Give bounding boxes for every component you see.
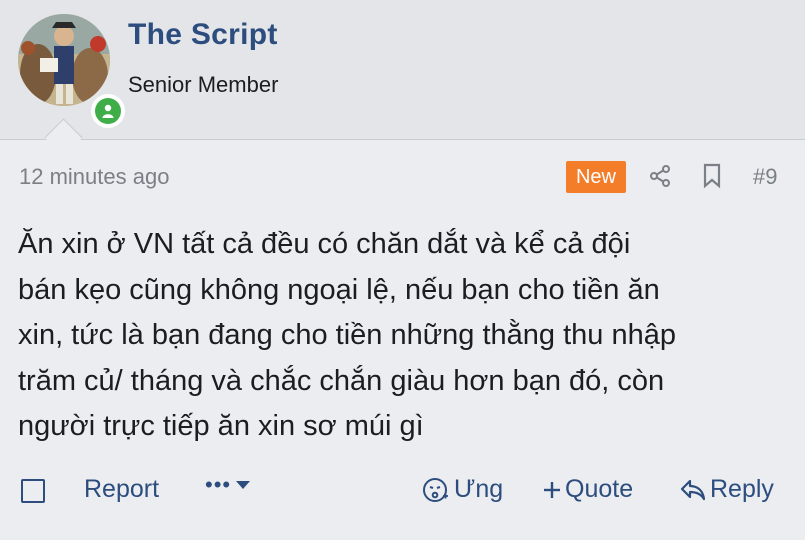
post-number[interactable]: #9: [753, 164, 777, 190]
post-author-header: The Script Senior Member: [0, 0, 805, 140]
reply-label: Reply: [710, 475, 774, 503]
react-icon: [423, 477, 448, 502]
post-actions: Report ••• Ưng Quote Reply: [0, 470, 805, 514]
username[interactable]: The Script: [128, 18, 278, 52]
new-badge: New: [566, 161, 626, 193]
post-meta: 12 minutes ago New #9: [18, 160, 787, 194]
more-menu[interactable]: •••: [205, 472, 251, 498]
reply-button[interactable]: Reply: [680, 475, 774, 504]
quote-button[interactable]: Quote: [543, 475, 633, 504]
user-icon: [95, 98, 121, 124]
post-timestamp[interactable]: 12 minutes ago: [19, 164, 169, 190]
plus-icon: [544, 481, 560, 498]
online-status-badge: [91, 94, 125, 128]
reply-arrow-icon: [680, 479, 706, 500]
chevron-down-icon: [236, 481, 251, 489]
avatar[interactable]: [18, 14, 110, 106]
select-checkbox[interactable]: [21, 479, 45, 503]
more-dots: •••: [205, 472, 232, 497]
avatar-container[interactable]: [18, 14, 125, 128]
bookmark-icon[interactable]: [702, 163, 722, 194]
user-title: Senior Member: [128, 72, 279, 97]
quote-label: Quote: [565, 475, 634, 503]
report-link[interactable]: Report: [84, 475, 159, 504]
react-label: Ưng: [454, 475, 504, 503]
share-icon[interactable]: [649, 164, 671, 193]
post-body: Ăn xin ở VN tất cả đều có chăn dắt và kể…: [18, 228, 676, 442]
react-button[interactable]: Ưng: [422, 475, 503, 504]
